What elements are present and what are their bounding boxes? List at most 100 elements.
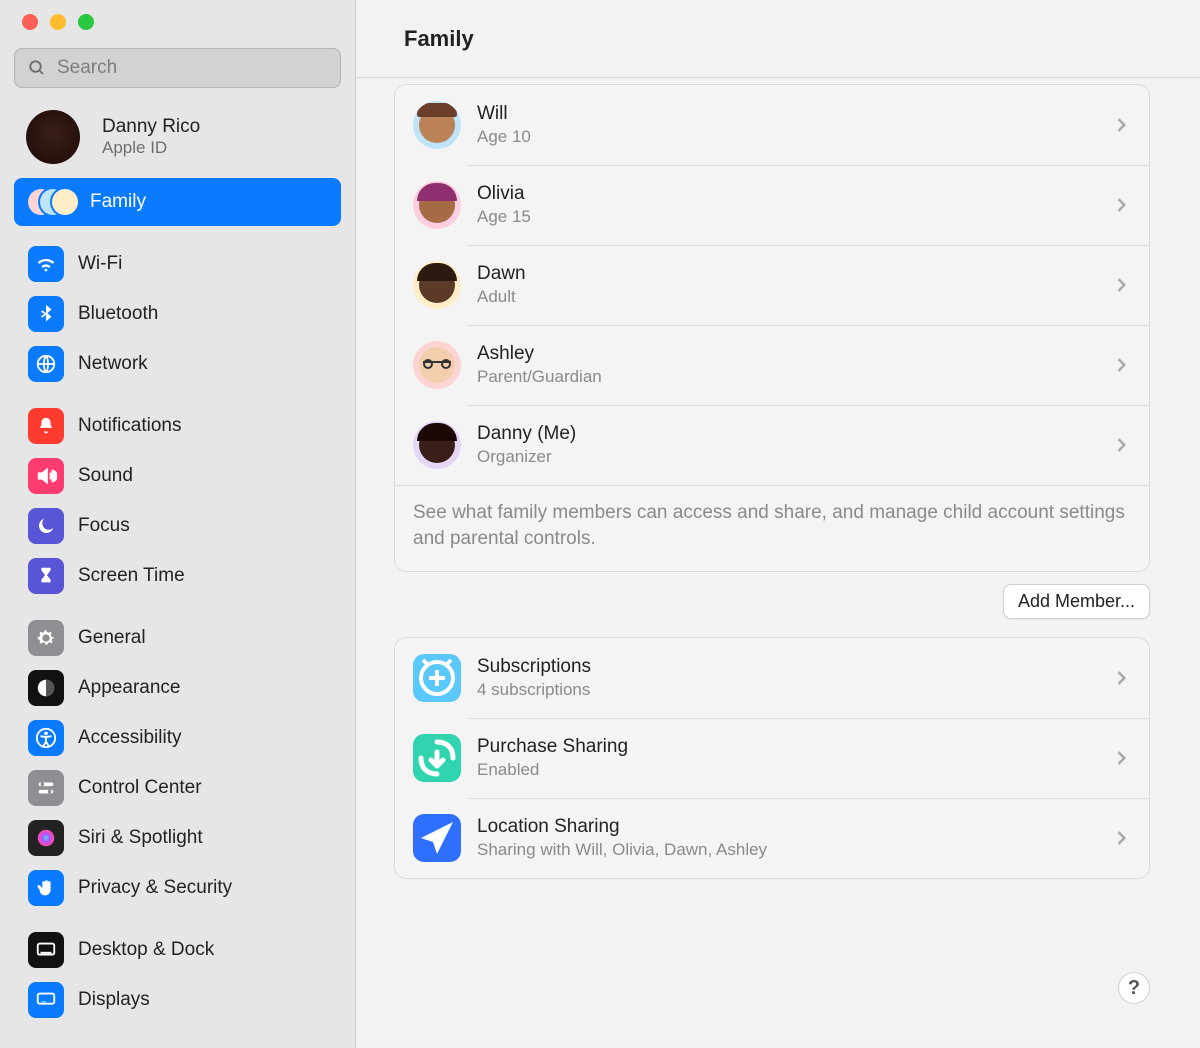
content-scroll[interactable]: Will Age 10 Olivia Age 15 Dawn Adult Ash…: [356, 78, 1200, 1048]
member-role: Parent/Guardian: [477, 367, 1111, 387]
sidebar-item-label: Control Center: [78, 777, 202, 799]
speaker-icon: [28, 458, 64, 494]
sidebar-item-focus[interactable]: Focus: [14, 502, 341, 550]
sidebar-item-desktop-dock[interactable]: Desktop & Dock: [14, 926, 341, 974]
page-title: Family: [404, 26, 474, 52]
apple-id-row[interactable]: Danny Rico Apple ID: [0, 102, 355, 178]
member-role: Age 15: [477, 207, 1111, 227]
search-field-wrap: [14, 48, 341, 88]
gear-icon: [28, 620, 64, 656]
feature-name: Location Sharing: [477, 816, 1111, 838]
sidebar-item-appearance[interactable]: Appearance: [14, 664, 341, 712]
sidebar-item-label: Screen Time: [78, 565, 185, 587]
user-avatar: [26, 110, 80, 164]
feature-name: Purchase Sharing: [477, 736, 1111, 758]
member-avatar: [413, 101, 461, 149]
sidebar-item-bluetooth[interactable]: Bluetooth: [14, 290, 341, 338]
chevron-right-icon: [1111, 275, 1131, 295]
member-name: Ashley: [477, 343, 1111, 365]
sidebar-item-label: Displays: [78, 989, 150, 1011]
member-avatar: [413, 341, 461, 389]
sidebar-item-sound[interactable]: Sound: [14, 452, 341, 500]
appearance-icon: [28, 670, 64, 706]
add-member-button[interactable]: Add Member...: [1003, 584, 1150, 619]
hourglass-icon: [28, 558, 64, 594]
sidebar-item-label: Focus: [78, 515, 130, 537]
sidebar-item-family[interactable]: Family: [14, 178, 341, 226]
sidebar-item-notifications[interactable]: Notifications: [14, 402, 341, 450]
member-name: Will: [477, 103, 1111, 125]
feature-detail: Enabled: [477, 760, 1111, 780]
accessibility-icon: [28, 720, 64, 756]
feature-row-location-sharing[interactable]: Location Sharing Sharing with Will, Oliv…: [395, 798, 1149, 878]
help-button[interactable]: ?: [1118, 972, 1150, 1004]
titlebar: Family: [356, 0, 1200, 78]
chevron-right-icon: [1111, 115, 1131, 135]
family-members-card: Will Age 10 Olivia Age 15 Dawn Adult Ash…: [394, 84, 1150, 572]
sidebar-item-label: Accessibility: [78, 727, 181, 749]
window-controls: [0, 14, 355, 30]
sidebar-item-label: Bluetooth: [78, 303, 158, 325]
moon-icon: [28, 508, 64, 544]
family-features-card: Subscriptions 4 subscriptions Purchase S…: [394, 637, 1150, 879]
sidebar-item-label: General: [78, 627, 146, 649]
chevron-right-icon: [1111, 748, 1131, 768]
dock-icon: [28, 932, 64, 968]
subscriptions-icon: [413, 654, 461, 702]
sidebar-item-label: Privacy & Security: [78, 877, 232, 899]
sidebar-item-label: Wi-Fi: [78, 253, 122, 275]
sidebar-item-screen-time[interactable]: Screen Time: [14, 552, 341, 600]
member-name: Olivia: [477, 183, 1111, 205]
search-input[interactable]: [14, 48, 341, 88]
sidebar-item-label: Family: [90, 191, 146, 213]
switches-icon: [28, 770, 64, 806]
member-row-olivia[interactable]: Olivia Age 15: [395, 165, 1149, 245]
member-row-dawn[interactable]: Dawn Adult: [395, 245, 1149, 325]
sidebar: Danny Rico Apple ID Family Wi-Fi Bluetoo…: [0, 0, 356, 1048]
family-footer-text: See what family members can access and s…: [395, 485, 1149, 571]
minimize-button[interactable]: [50, 14, 66, 30]
feature-row-subscriptions[interactable]: Subscriptions 4 subscriptions: [395, 638, 1149, 718]
chevron-right-icon: [1111, 828, 1131, 848]
member-row-danny-me-[interactable]: Danny (Me) Organizer: [395, 405, 1149, 485]
sidebar-item-label: Sound: [78, 465, 133, 487]
feature-name: Subscriptions: [477, 656, 1111, 678]
member-role: Adult: [477, 287, 1111, 307]
location-icon: [413, 814, 461, 862]
sidebar-item-accessibility[interactable]: Accessibility: [14, 714, 341, 762]
member-role: Age 10: [477, 127, 1111, 147]
member-row-ashley[interactable]: Ashley Parent/Guardian: [395, 325, 1149, 405]
wifi-icon: [28, 246, 64, 282]
sidebar-item-label: Network: [78, 353, 148, 375]
sidebar-item-network[interactable]: Network: [14, 340, 341, 388]
member-avatar: [413, 181, 461, 229]
member-row-will[interactable]: Will Age 10: [395, 85, 1149, 165]
main-panel: Family Will Age 10 Olivia Age 15 Dawn Ad…: [356, 0, 1200, 1048]
chevron-right-icon: [1111, 435, 1131, 455]
user-subtitle: Apple ID: [102, 138, 200, 158]
globe-icon: [28, 346, 64, 382]
member-name: Danny (Me): [477, 423, 1111, 445]
sidebar-item-privacy-security[interactable]: Privacy & Security: [14, 864, 341, 912]
member-name: Dawn: [477, 263, 1111, 285]
member-avatar: [413, 421, 461, 469]
display-icon: [28, 982, 64, 1018]
sidebar-item-control-center[interactable]: Control Center: [14, 764, 341, 812]
sidebar-item-siri-spotlight[interactable]: Siri & Spotlight: [14, 814, 341, 862]
sidebar-item-wi-fi[interactable]: Wi-Fi: [14, 240, 341, 288]
sidebar-item-label: Siri & Spotlight: [78, 827, 203, 849]
siri-icon: [28, 820, 64, 856]
close-button[interactable]: [22, 14, 38, 30]
sidebar-item-displays[interactable]: Displays: [14, 976, 341, 1024]
maximize-button[interactable]: [78, 14, 94, 30]
user-name: Danny Rico: [102, 116, 200, 139]
feature-detail: Sharing with Will, Olivia, Dawn, Ashley: [477, 840, 1111, 860]
sidebar-item-label: Appearance: [78, 677, 180, 699]
sidebar-item-label: Notifications: [78, 415, 182, 437]
purchase-icon: [413, 734, 461, 782]
sidebar-item-general[interactable]: General: [14, 614, 341, 662]
bluetooth-icon: [28, 296, 64, 332]
feature-row-purchase-sharing[interactable]: Purchase Sharing Enabled: [395, 718, 1149, 798]
family-stack-icon: [28, 184, 76, 220]
member-avatar: [413, 261, 461, 309]
